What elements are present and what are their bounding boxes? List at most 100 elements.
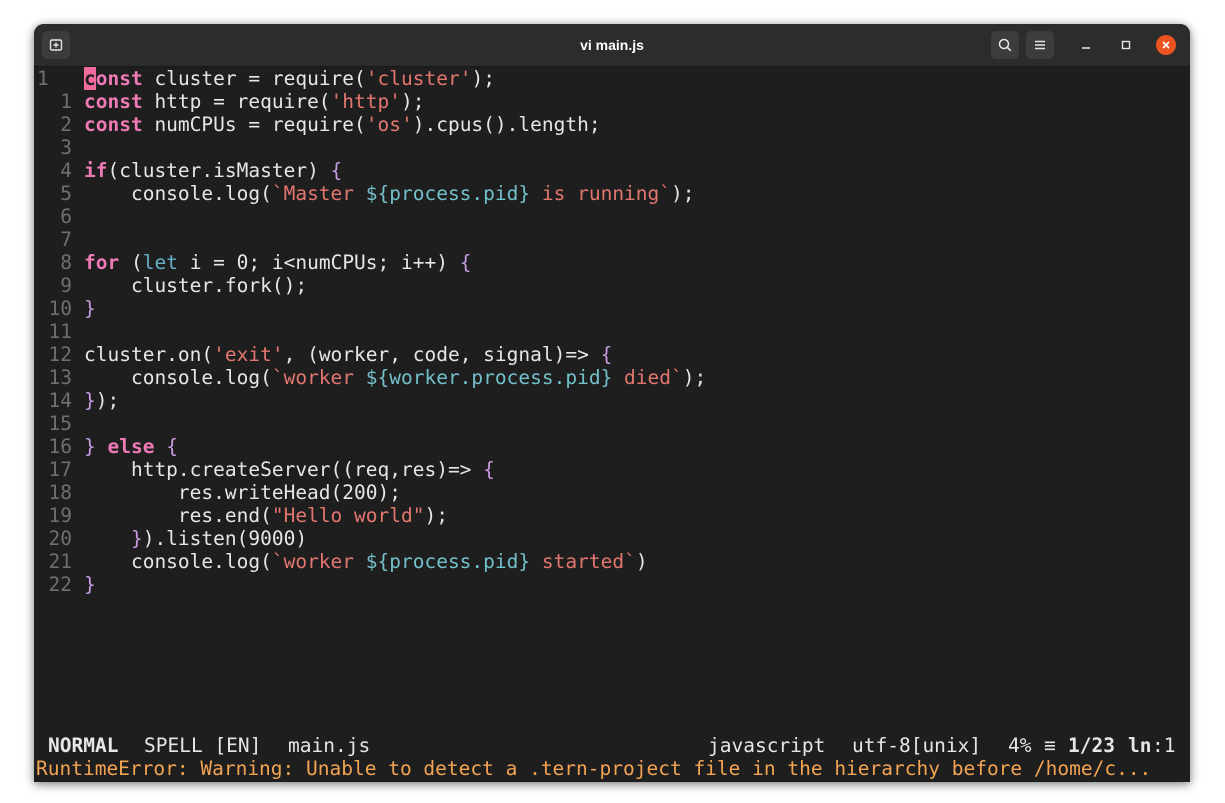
minimize-button[interactable] <box>1076 35 1096 55</box>
line-number: 1 <box>37 67 49 90</box>
code-line: 20 }).listen(9000) <box>34 527 1190 550</box>
code-line: 22} <box>34 573 1190 596</box>
line-number: 2 <box>60 113 72 136</box>
code-text: if(cluster.isMaster) { <box>84 159 342 182</box>
minimize-icon <box>1082 47 1090 49</box>
code-line: 4 if(cluster.isMaster) { <box>34 159 1190 182</box>
code-line: 5 console.log(`Master ${process.pid} is … <box>34 182 1190 205</box>
code-token: ` <box>659 182 672 205</box>
code-token: ( <box>119 251 143 274</box>
code-line: 6 <box>34 205 1190 228</box>
code-token: } <box>84 527 143 550</box>
code-token: ${process.pid} <box>365 550 531 573</box>
message-line: RuntimeError: Warning: Unable to detect … <box>36 757 1152 780</box>
maximize-icon <box>1121 40 1131 50</box>
line-number: 1 <box>60 90 72 113</box>
code-token: ); <box>424 504 448 527</box>
code-token: if <box>84 159 108 182</box>
code-line: 18 res.writeHead(200); <box>34 481 1190 504</box>
code-token: cluster.on( <box>84 343 214 366</box>
code-token: let <box>142 251 178 274</box>
menu-button[interactable] <box>1026 31 1054 59</box>
search-button[interactable] <box>991 31 1019 59</box>
code-token: ${worker.process.pid} <box>365 366 613 389</box>
code-token: res.end( <box>84 504 272 527</box>
code-line: 1 const http = require('http'); <box>34 90 1190 113</box>
code-text: console.log(`Master ${process.pid} is ru… <box>84 182 695 205</box>
line-number: 6 <box>60 205 72 228</box>
line-number: 4 <box>60 159 72 182</box>
code-text: const numCPUs = require('os').cpus().len… <box>84 113 601 136</box>
spell-indicator: SPELL [EN] <box>144 734 262 757</box>
code-line: 19 res.end("Hello world"); <box>34 504 1190 527</box>
code-text: }).listen(9000) <box>84 527 307 550</box>
line-number: 16 <box>48 435 72 458</box>
title-bar: vi main.js <box>34 24 1190 67</box>
code-token: (cluster.isMaster) <box>107 159 331 182</box>
code-token: { <box>459 251 472 274</box>
code-token: "Hello world" <box>271 504 425 527</box>
code-token: { <box>330 159 343 182</box>
code-token: { <box>483 458 495 481</box>
code-token: cluster.fork(); <box>84 274 308 297</box>
code-token: , (worker, code, signal)=> <box>283 343 601 366</box>
column-position: :1 <box>1152 734 1176 757</box>
code-text: for (let i = 0; i<numCPUs; i++) { <box>84 251 471 274</box>
line-number: 11 <box>48 320 72 343</box>
line-number: 22 <box>48 573 72 596</box>
line-number: 3 <box>60 136 72 159</box>
code-line: 15 <box>34 412 1190 435</box>
code-text: const cluster = require('cluster'); <box>84 67 495 90</box>
code-line: 11 <box>34 320 1190 343</box>
code-text: } <box>84 297 96 320</box>
code-text: console.log(`worker ${worker.process.pid… <box>84 366 706 389</box>
status-line: NORMAL SPELL [EN] main.js javascript utf… <box>34 734 1190 757</box>
filetype-indicator: javascript <box>708 734 826 757</box>
line-number: 15 <box>48 412 72 435</box>
code-token: ` <box>671 366 683 389</box>
code-text: res.end("Hello world"); <box>84 504 448 527</box>
code-token: 'http' <box>330 90 401 113</box>
line-number: 8 <box>60 251 72 274</box>
line-number: 14 <box>48 389 72 412</box>
ln-symbol: ln <box>1128 734 1152 757</box>
code-line: 9 cluster.fork(); <box>34 274 1190 297</box>
line-number: 12 <box>48 343 72 366</box>
line-position: 1/23 <box>1068 734 1115 757</box>
code-line: 10} <box>34 297 1190 320</box>
code-editor[interactable]: 1 const cluster = require('cluster'); 1 con… <box>34 67 1190 727</box>
code-token: console.log( <box>84 550 272 573</box>
encoding-indicator: utf-8[unix] <box>852 734 982 757</box>
code-line: 14}); <box>34 389 1190 412</box>
code-token: const <box>84 113 143 136</box>
code-token: ); <box>682 366 707 389</box>
code-token: ` <box>624 550 636 573</box>
line-number: 18 <box>48 481 72 504</box>
code-line: 3 <box>34 136 1190 159</box>
code-text: } <box>84 573 96 596</box>
maximize-button[interactable] <box>1116 35 1136 55</box>
code-token: 'exit' <box>213 343 284 366</box>
line-number: 13 <box>48 366 72 389</box>
code-line: 13 console.log(`worker ${worker.process.… <box>34 366 1190 389</box>
lines-symbol: ≡ <box>1044 734 1056 757</box>
code-token: `worker <box>271 550 366 573</box>
code-token: died <box>612 366 672 389</box>
code-token: { <box>600 343 613 366</box>
code-token: const <box>84 90 143 113</box>
line-number: 9 <box>60 274 72 297</box>
code-token: else <box>107 435 155 458</box>
code-token: onst <box>95 67 143 90</box>
new-tab-button[interactable] <box>42 31 70 59</box>
code-token: ).listen(9000) <box>142 527 308 550</box>
close-button[interactable] <box>1156 35 1176 55</box>
code-text: console.log(`worker ${process.pid} start… <box>84 550 648 573</box>
status-filename: main.js <box>288 734 371 757</box>
code-token: i = 0; i<numCPUs; i++) <box>177 251 460 274</box>
line-number: 7 <box>60 228 72 251</box>
code-line: 2 const numCPUs = require('os').cpus().le… <box>34 113 1190 136</box>
code-token: `worker <box>271 366 366 389</box>
scroll-percent: 4% <box>1008 734 1032 757</box>
code-text: res.writeHead(200); <box>84 481 401 504</box>
